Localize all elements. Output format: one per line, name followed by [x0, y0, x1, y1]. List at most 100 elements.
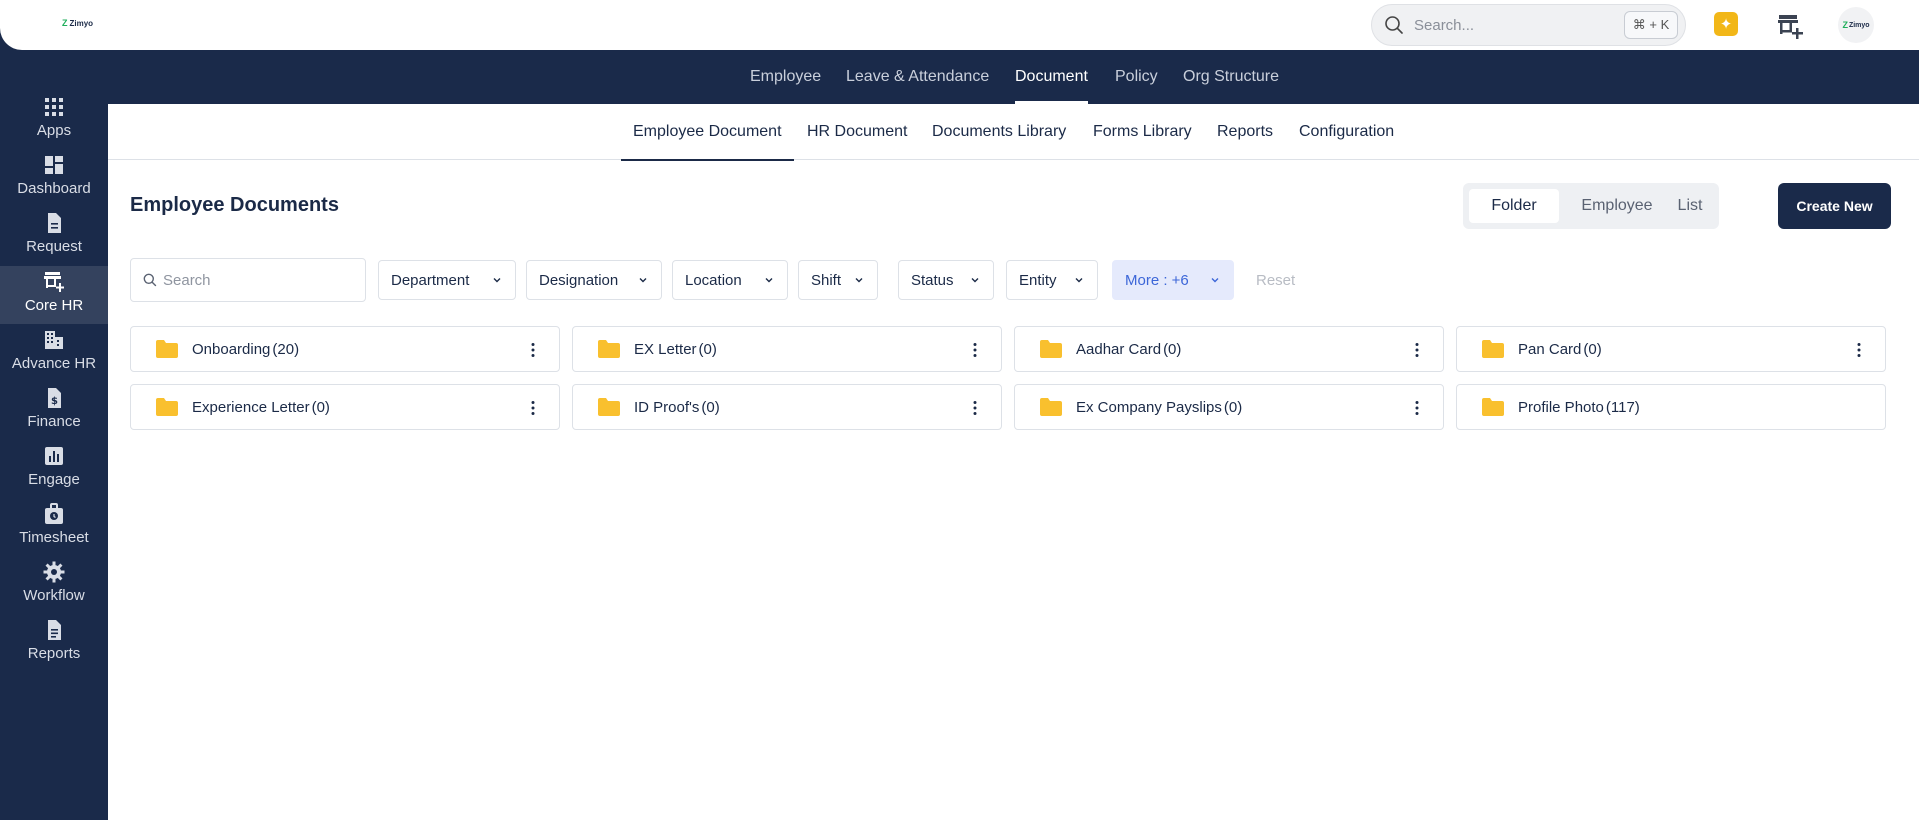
sidebar-item-request[interactable]: Request [0, 211, 108, 269]
entity-filter[interactable]: Entity [1006, 260, 1098, 300]
sidebar-item-label: Apps [36, 122, 72, 139]
sidebar-item-label: Advance HR [11, 355, 97, 372]
search-icon [143, 273, 157, 287]
filter-label: Shift [811, 271, 842, 289]
more-filters-button[interactable]: More : +6 [1112, 260, 1234, 300]
main-content: Employee Document HR Document Documents … [108, 104, 1919, 820]
more-options-icon[interactable] [1857, 342, 1861, 358]
folder-icon [598, 398, 620, 416]
folder-icon [598, 340, 620, 358]
folder-card[interactable]: Ex Company Payslips (0) [1014, 384, 1444, 430]
more-options-icon[interactable] [1415, 342, 1419, 358]
document-search-input[interactable]: Search [130, 258, 366, 302]
folder-icon [156, 340, 178, 358]
module-nav: Employee Leave & Attendance Document Pol… [108, 50, 1919, 104]
folder-count: (0) [1223, 398, 1243, 416]
zimyo-logo-mark: Z [62, 18, 68, 28]
folder-icon [1482, 340, 1504, 358]
more-options-icon[interactable] [973, 400, 977, 416]
folder-count: (0) [1583, 340, 1602, 358]
folder-card[interactable]: Pan Card (0) [1456, 326, 1886, 372]
folder-name: Ex Company Payslips [1076, 398, 1222, 416]
more-options-icon[interactable] [973, 342, 977, 358]
document-icon [48, 213, 61, 233]
store-add-icon [44, 272, 64, 292]
folder-name: Pan Card [1518, 340, 1582, 358]
subtab-configuration[interactable]: Configuration [1299, 104, 1394, 160]
folder-count: (20) [272, 340, 300, 358]
sidebar-item-finance[interactable]: $ Finance [0, 386, 108, 444]
bar-chart-icon [45, 447, 63, 465]
folder-name: Aadhar Card [1076, 340, 1162, 358]
finance-doc-icon: $ [48, 388, 61, 408]
sidebar-item-label: Workflow [23, 587, 85, 604]
view-list-button[interactable]: List [1666, 189, 1714, 223]
subtab-employee-document[interactable]: Employee Document [621, 104, 793, 161]
folder-icon [156, 398, 178, 416]
folder-card[interactable]: Profile Photo (117) [1456, 384, 1886, 430]
sidebar: Apps Dashboard Request Core HR Advance H… [0, 50, 108, 820]
tab-leave-attendance[interactable]: Leave & Attendance [846, 50, 989, 104]
folder-name: ID Proof's [634, 398, 700, 416]
chevron-down-icon [971, 278, 979, 283]
folder-card[interactable]: Aadhar Card (0) [1014, 326, 1444, 372]
subtab-forms-library[interactable]: Forms Library [1093, 104, 1192, 160]
sidebar-item-timesheet[interactable]: Timesheet [0, 502, 108, 560]
zimyo-logo[interactable]: Z Zimyo [62, 18, 93, 28]
more-options-icon[interactable] [531, 400, 535, 416]
folder-icon [1482, 398, 1504, 416]
sidebar-item-reports[interactable]: Reports [0, 618, 108, 676]
subtab-reports[interactable]: Reports [1217, 104, 1273, 160]
filter-label: Status [911, 271, 954, 289]
ai-sparkle-icon[interactable]: ✦ [1714, 12, 1738, 36]
logo-text: Zimyo [69, 18, 94, 28]
sidebar-item-dashboard[interactable]: Dashboard [0, 153, 108, 211]
tab-employee[interactable]: Employee [750, 50, 821, 104]
global-search[interactable]: Search... ⌘ + K [1371, 4, 1686, 46]
avatar-text: Zimyo [1848, 21, 1870, 29]
dashboard-icon [45, 156, 63, 174]
store-add-icon[interactable] [1776, 12, 1806, 40]
filter-label: Department [391, 271, 470, 289]
folder-count: (117) [1605, 398, 1640, 416]
folder-card[interactable]: Experience Letter (0) [130, 384, 560, 430]
tab-document[interactable]: Document [1015, 50, 1088, 104]
folder-card[interactable]: Onboarding (20) [130, 326, 560, 372]
status-filter[interactable]: Status [898, 260, 994, 300]
create-new-button[interactable]: Create New [1778, 183, 1891, 229]
subtab-documents-library[interactable]: Documents Library [932, 104, 1066, 160]
view-folder-button[interactable]: Folder [1469, 189, 1559, 223]
tab-policy[interactable]: Policy [1115, 50, 1158, 104]
subtab-hr-document[interactable]: HR Document [807, 104, 907, 160]
search-shortcut-hint: ⌘ + K [1624, 11, 1678, 39]
filter-label: Entity [1019, 271, 1057, 289]
folder-icon [1040, 398, 1062, 416]
department-filter[interactable]: Department [378, 260, 516, 300]
more-options-icon[interactable] [531, 342, 535, 358]
view-toggle: Folder Employee List [1463, 183, 1719, 229]
clock-bag-icon [45, 503, 63, 524]
document-search-placeholder: Search [163, 271, 211, 289]
sidebar-item-apps[interactable]: Apps [0, 95, 108, 153]
folder-count: (0) [701, 398, 720, 416]
sidebar-item-advance-hr[interactable]: Advance HR [0, 328, 108, 386]
sidebar-item-core-hr[interactable]: Core HR [0, 266, 108, 324]
user-avatar[interactable]: Z Zimyo [1838, 7, 1874, 43]
folder-card[interactable]: EX Letter (0) [572, 326, 1002, 372]
folder-card[interactable]: ID Proof's (0) [572, 384, 1002, 430]
folder-name: Profile Photo [1518, 398, 1604, 416]
location-filter[interactable]: Location [672, 260, 788, 300]
sidebar-item-label: Engage [28, 471, 80, 488]
more-options-icon[interactable] [1415, 400, 1419, 416]
sidebar-item-engage[interactable]: Engage [0, 444, 108, 502]
folder-count: (0) [1163, 340, 1182, 358]
tab-org-structure[interactable]: Org Structure [1183, 50, 1279, 104]
sidebar-item-workflow[interactable]: Workflow [0, 560, 108, 618]
chevron-down-icon [493, 278, 501, 283]
view-employee-button[interactable]: Employee [1571, 189, 1663, 223]
chevron-down-icon [1075, 278, 1083, 283]
reset-filters-button[interactable]: Reset [1256, 260, 1295, 300]
shift-filter[interactable]: Shift [798, 260, 878, 300]
sidebar-item-label: Finance [27, 413, 81, 430]
designation-filter[interactable]: Designation [526, 260, 662, 300]
